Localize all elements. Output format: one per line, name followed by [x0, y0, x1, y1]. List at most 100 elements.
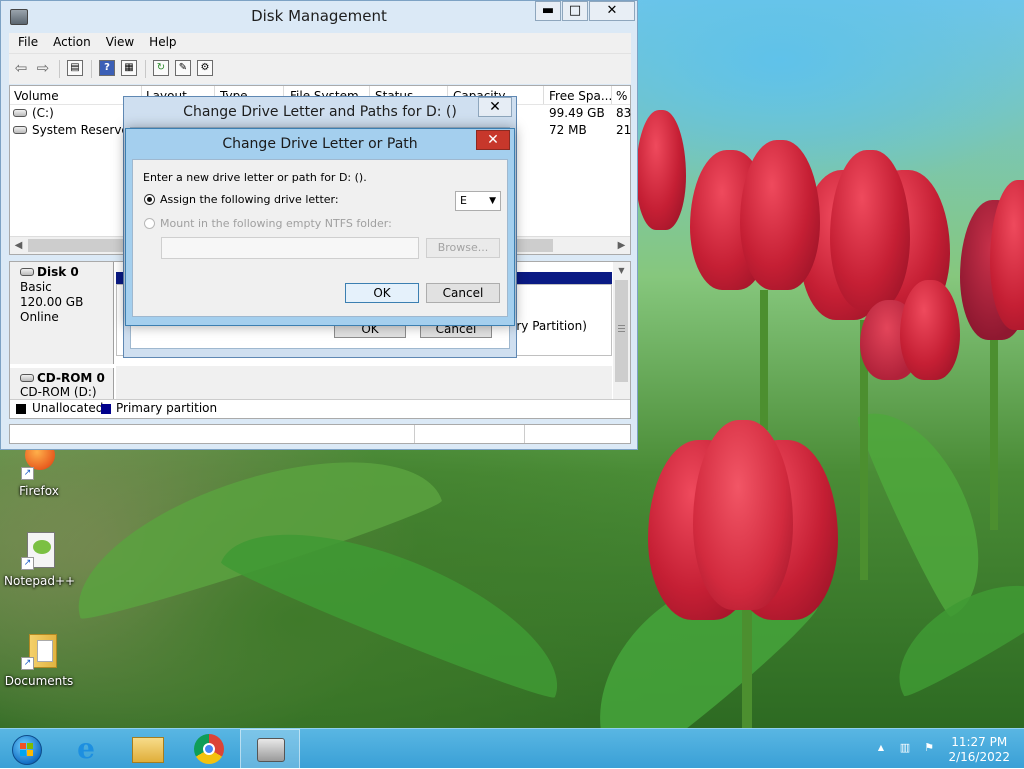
- ntfs-folder-path-input[interactable]: [161, 237, 419, 259]
- chrome-icon: [194, 734, 224, 764]
- taskbar-internet-explorer[interactable]: e: [56, 729, 116, 769]
- toolbar-separator: [145, 60, 146, 78]
- chevron-down-icon: ▼: [489, 196, 496, 206]
- disk-management-icon: [257, 738, 285, 762]
- help-icon[interactable]: ?: [99, 60, 115, 76]
- assign-drive-letter-radio[interactable]: [144, 194, 155, 205]
- folder-icon: ↗: [21, 630, 57, 670]
- legend-swatch-unallocated: [16, 404, 26, 414]
- wallpaper-stem: [990, 330, 998, 530]
- desktop-icon-label: Documents: [4, 674, 74, 688]
- wallpaper-leaf: [851, 390, 1009, 620]
- shortcut-arrow-icon: ↗: [21, 657, 34, 670]
- menu-view[interactable]: View: [97, 33, 140, 49]
- column-percent-free[interactable]: % F: [616, 89, 632, 103]
- scroll-right-icon[interactable]: ▶: [613, 237, 630, 254]
- column-free-space[interactable]: Free Spa...: [549, 89, 611, 103]
- legend-label-unallocated: Unallocated: [32, 401, 104, 415]
- cd-rom-0-name: CD-ROM 0: [37, 371, 105, 385]
- browse-button[interactable]: Browse...: [426, 238, 500, 258]
- status-bar: [9, 424, 631, 444]
- cancel-button[interactable]: Cancel: [426, 283, 500, 303]
- disk-0-name: Disk 0: [37, 265, 79, 279]
- disk-0-size: 120.00 GB: [20, 295, 84, 309]
- desktop-icon-label: Firefox: [19, 484, 59, 498]
- windows-logo-icon: [12, 735, 42, 765]
- toolbar-separator: [91, 60, 92, 78]
- drive-letter-value: E: [460, 194, 467, 207]
- start-button[interactable]: [0, 729, 60, 769]
- ok-button[interactable]: OK: [345, 283, 419, 303]
- toolbar: ⇦ ⇨ ▤ ? ▦ ↻ ✎ ⚙: [9, 53, 631, 84]
- disk-0-status: Online: [20, 310, 59, 324]
- desktop-icon-documents[interactable]: ↗ Documents: [4, 630, 74, 688]
- drive-letter-select[interactable]: E ▼: [455, 191, 501, 211]
- mount-ntfs-folder-radio[interactable]: [144, 218, 155, 229]
- dialog-title: Change Drive Letter or Path: [222, 136, 418, 152]
- back-arrow-icon[interactable]: ⇦: [12, 59, 30, 77]
- clock[interactable]: 11:27 PM 2/16/2022: [948, 735, 1010, 765]
- legend: Unallocated Primary partition: [10, 399, 630, 418]
- partition-type-text: ary Partition): [509, 319, 587, 333]
- disk-0-title: Disk 0: [20, 265, 113, 280]
- cd-rom-0-label[interactable]: CD-ROM 0 CD-ROM (D:): [10, 368, 114, 401]
- mount-ntfs-folder-label[interactable]: Mount in the following empty NTFS folder…: [160, 217, 392, 230]
- assign-drive-letter-label[interactable]: Assign the following drive letter:: [160, 193, 339, 206]
- dialog-close-button[interactable]: ✕: [476, 130, 510, 150]
- scroll-down-icon[interactable]: ▼: [613, 262, 630, 279]
- action-center-flag-icon[interactable]: ⚑: [922, 741, 936, 755]
- desktop-icon-label: Notepad++: [4, 574, 76, 588]
- menu-action[interactable]: Action: [44, 33, 97, 49]
- refresh-icon[interactable]: ↻: [153, 60, 169, 76]
- taskbar-chrome[interactable]: [180, 729, 240, 769]
- dialog-close-button[interactable]: ✕: [478, 97, 512, 117]
- drive-icon: [13, 126, 27, 134]
- forward-arrow-icon[interactable]: ⇨: [34, 59, 52, 77]
- console-tree-icon[interactable]: ▤: [67, 60, 83, 76]
- volume-percent-free: 83: [616, 106, 632, 120]
- dialog-title: Change Drive Letter and Paths for D: (): [183, 104, 457, 120]
- cd-rom-area[interactable]: [116, 366, 612, 401]
- scroll-left-icon[interactable]: ◀: [10, 237, 27, 254]
- disk-0-type: Basic: [20, 280, 52, 294]
- menu-help[interactable]: Help: [140, 33, 182, 49]
- internet-explorer-icon: e: [77, 732, 95, 765]
- taskbar-disk-management[interactable]: [240, 729, 300, 769]
- cd-drive-icon: [20, 374, 34, 382]
- notepad-plus-plus-icon: ↗: [21, 530, 57, 570]
- volume-name: (C:): [32, 106, 54, 120]
- taskbar: e ▲ ▥ ⚑ 11:27 PM 2/16/2022: [0, 728, 1024, 769]
- volume-free-space: 99.49 GB: [549, 106, 605, 120]
- drive-icon: [13, 109, 27, 117]
- close-button[interactable]: ✕: [589, 1, 635, 21]
- shortcut-arrow-icon: ↗: [21, 557, 34, 570]
- properties-icon[interactable]: ▦: [121, 60, 137, 76]
- dialog-body: Enter a new drive letter or path for D: …: [132, 159, 508, 317]
- maximize-button[interactable]: □: [562, 1, 588, 21]
- title-bar[interactable]: Disk Management ▬ □ ✕: [1, 1, 637, 31]
- disk-icon: [20, 268, 34, 276]
- legend-swatch-primary-partition: [101, 404, 111, 414]
- disk-map-vertical-scrollbar[interactable]: ▲ ▼: [613, 262, 630, 401]
- volume-name: System Reserved: [32, 123, 137, 137]
- disk-0-label[interactable]: Disk 0 Basic 120.00 GB Online: [10, 262, 114, 364]
- menu-file[interactable]: File: [9, 33, 44, 49]
- network-icon[interactable]: ▥: [898, 741, 912, 755]
- wallpaper-stem: [742, 600, 752, 728]
- minimize-button[interactable]: ▬: [535, 1, 561, 21]
- legend-label-primary-partition: Primary partition: [116, 401, 218, 415]
- file-explorer-icon: [132, 737, 164, 763]
- settings-icon[interactable]: ⚙: [197, 60, 213, 76]
- scroll-thumb[interactable]: [615, 280, 628, 382]
- dialog-prompt: Enter a new drive letter or path for D: …: [143, 171, 367, 184]
- change-drive-letter-or-path-dialog: Change Drive Letter or Path ✕ Enter a ne…: [125, 128, 515, 326]
- cd-rom-0-type: CD-ROM (D:): [20, 385, 97, 399]
- desktop-icon-notepad-plus-plus[interactable]: ↗ Notepad++: [4, 530, 76, 588]
- taskbar-file-explorer[interactable]: [118, 729, 178, 769]
- export-icon[interactable]: ✎: [175, 60, 191, 76]
- column-volume[interactable]: Volume: [14, 89, 139, 103]
- volume-percent-free: 21: [616, 123, 632, 137]
- show-hidden-icons-icon[interactable]: ▲: [874, 741, 888, 755]
- volume-free-space: 72 MB: [549, 123, 587, 137]
- cd-rom-0-title: CD-ROM 0: [20, 371, 113, 385]
